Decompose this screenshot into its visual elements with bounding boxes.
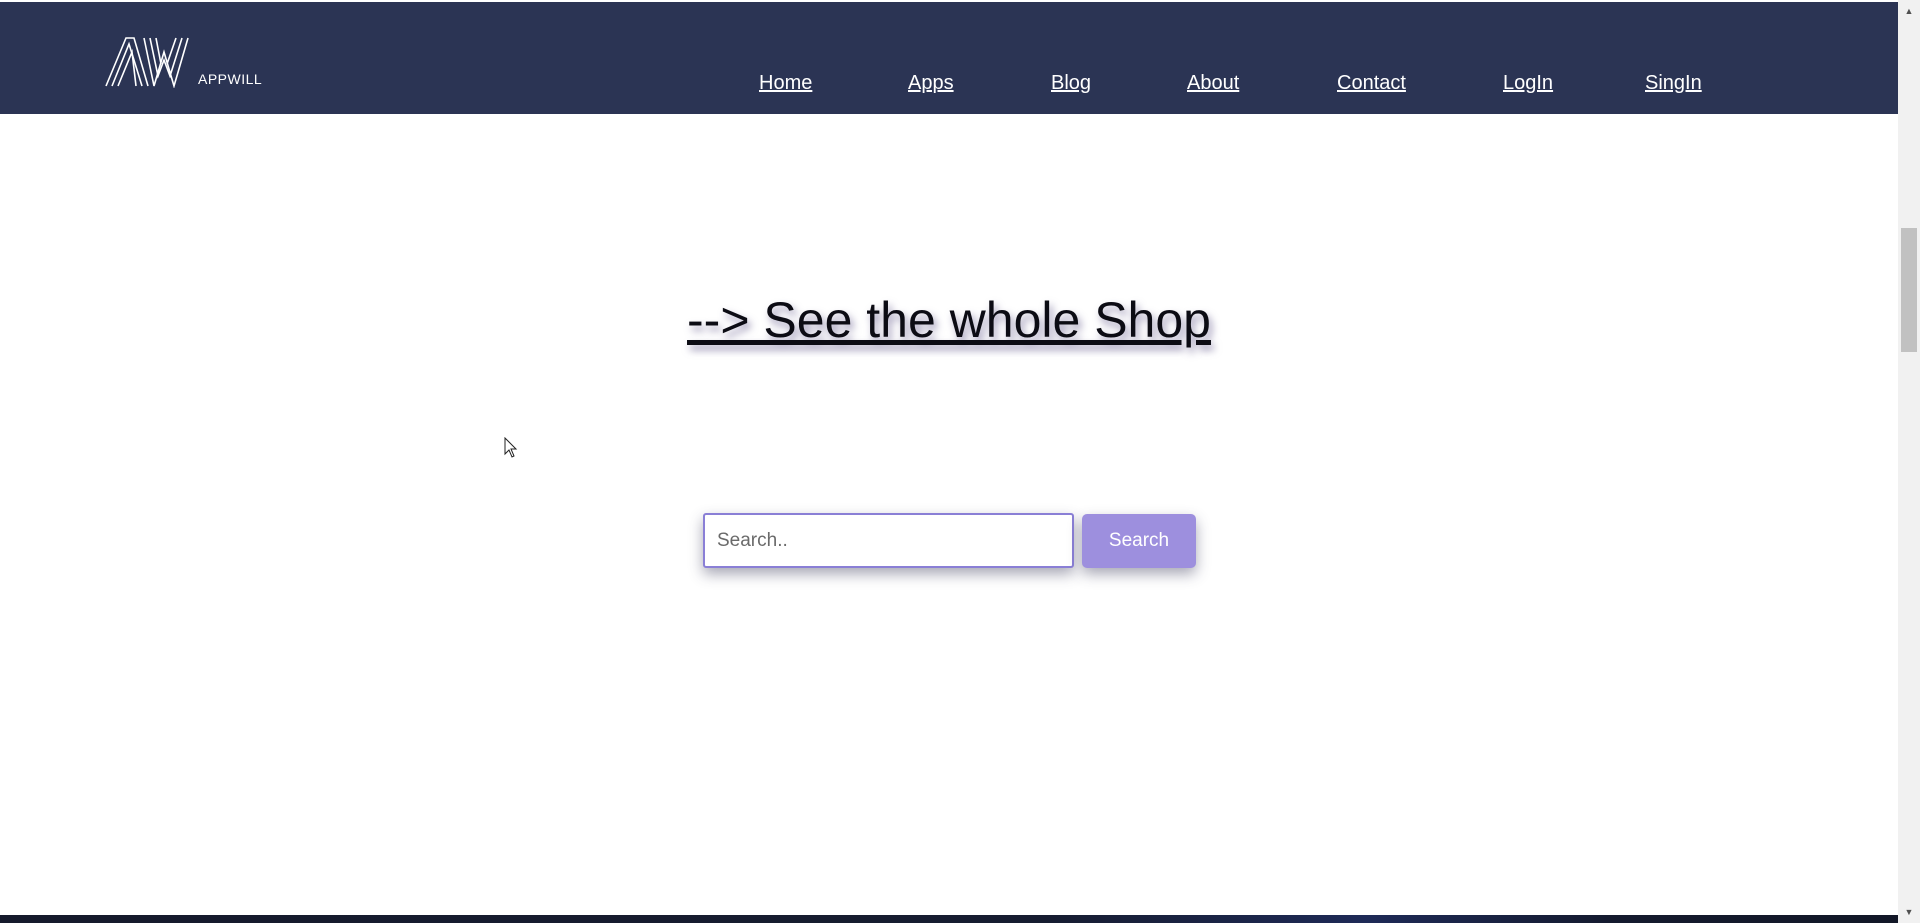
footer-edge — [0, 915, 1898, 923]
top-navbar: APPWILL Home Apps Blog About Contact Log… — [0, 2, 1898, 114]
page: APPWILL Home Apps Blog About Contact Log… — [0, 0, 1920, 923]
nav-about[interactable]: About — [1187, 72, 1239, 95]
search-input[interactable] — [703, 513, 1074, 568]
nav-login[interactable]: LogIn — [1503, 72, 1553, 95]
scrollbar-thumb[interactable] — [1901, 228, 1917, 352]
brand-name: APPWILL — [198, 71, 263, 87]
page-scrollbar[interactable]: ▲ ▼ — [1898, 0, 1920, 923]
mouse-pointer-icon — [504, 437, 518, 458]
search-button[interactable]: Search — [1082, 514, 1196, 568]
see-whole-shop-link[interactable]: --> See the whole Shop — [0, 290, 1898, 350]
nav-blog[interactable]: Blog — [1051, 72, 1091, 95]
aw-logo-mark-icon — [105, 37, 189, 88]
nav-contact[interactable]: Contact — [1337, 72, 1406, 95]
appwill-logo[interactable]: APPWILL — [104, 34, 262, 88]
scroll-up-arrow-icon[interactable]: ▲ — [1898, 3, 1920, 19]
nav-home[interactable]: Home — [759, 72, 812, 95]
nav-apps[interactable]: Apps — [908, 72, 954, 95]
nav-signin[interactable]: SingIn — [1645, 72, 1702, 95]
scroll-down-arrow-icon[interactable]: ▼ — [1898, 904, 1920, 920]
